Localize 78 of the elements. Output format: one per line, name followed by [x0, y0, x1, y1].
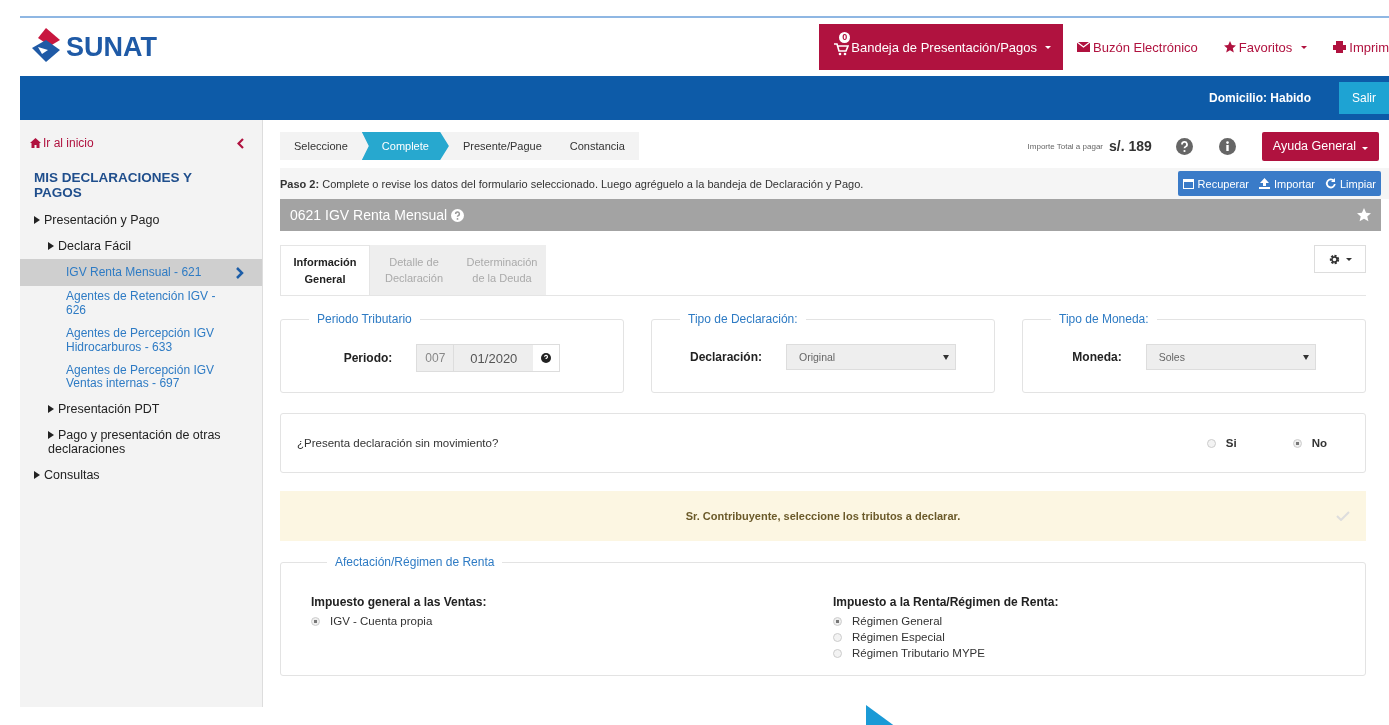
field-label: Declaración: [690, 350, 762, 364]
form-tab[interactable]: Información General [280, 245, 370, 295]
nav-link[interactable]: Buzón Electrónico [1077, 39, 1198, 55]
collapse-icon[interactable] [237, 137, 244, 149]
option-label: Si [1225, 437, 1237, 449]
star-icon[interactable] [1357, 208, 1371, 222]
sidebar-group[interactable]: Pago y presentación de otras declaraciones [20, 422, 262, 463]
option-label: Régimen General [852, 615, 943, 627]
caret-icon [943, 354, 949, 360]
wizard-step[interactable]: Seleccione [280, 132, 362, 160]
toolbar-button[interactable]: Limpiar [1319, 171, 1381, 196]
option-label: Régimen Tributario MYPE [852, 647, 985, 659]
sidebar-group[interactable]: Declara Fácil [20, 232, 262, 259]
info-icon[interactable] [1218, 137, 1236, 155]
help-dropdown-button[interactable]: Ayuda General [1261, 131, 1379, 161]
option-label: Régimen Especial [852, 631, 945, 643]
sidebar-title: MIS DECLARACIONES Y PAGOS [33, 169, 193, 202]
star-icon [1223, 41, 1236, 53]
settings-dropdown-button[interactable] [1314, 245, 1366, 273]
group-title: Impuesto general a las Ventas: [311, 595, 488, 609]
instruction-text: Paso 2: Complete o revise los datos del formulario seleccionado. Luego agréguelo a la bandeja de Declaración y Pago. [280, 177, 864, 190]
select-field[interactable]: Original [786, 344, 956, 370]
upload-icon [1258, 178, 1270, 189]
total-amount: s/. 189 [1109, 138, 1152, 154]
radio-button[interactable] [833, 632, 842, 642]
calendar-icon [1182, 178, 1194, 189]
settings-icon [1328, 253, 1340, 265]
help-icon[interactable] [541, 353, 552, 363]
refresh-icon [1324, 178, 1336, 189]
home-link[interactable]: Ir al inicio [30, 136, 94, 150]
tray-dropdown-button[interactable]: 0 Bandeja de Presentación/Pagos [819, 24, 1064, 70]
triangle-right-icon [48, 405, 54, 414]
radio-button[interactable] [833, 616, 842, 626]
radio-button[interactable] [833, 648, 842, 658]
sidebar-item[interactable]: Agentes de Retención IGV - 626 [20, 286, 262, 324]
panel-legend: Periodo Tributario [309, 312, 420, 326]
radio-button[interactable] [1206, 438, 1216, 448]
cart-icon [833, 42, 850, 56]
radio-button[interactable] [1292, 438, 1302, 448]
wizard-step[interactable]: Constancia [555, 132, 639, 160]
field-label: Periodo: [343, 351, 393, 365]
alert-text: Sr. Contribuyente, seleccione los tributos a declarar. [685, 510, 961, 522]
toolbar-button[interactable]: Importar [1253, 171, 1320, 196]
check-icon [1336, 511, 1350, 521]
total-label: Importe Total a pagar [1027, 141, 1103, 151]
question-text: ¿Presenta declaración sin movimiento? [297, 437, 499, 449]
field-label: Moneda: [1072, 350, 1122, 364]
caret-icon [1302, 354, 1309, 360]
group-title: Impuesto a la Renta/Régimen de Renta: [833, 595, 1060, 609]
sidebar-item[interactable]: Agentes de Percepción IGV Hidrocarburos - 633 [20, 323, 262, 360]
nav-link[interactable]: Favoritos [1223, 39, 1308, 55]
period-field[interactable]: 007 01/2020 [416, 344, 561, 372]
option-label: No [1311, 437, 1327, 449]
triangle-right-icon [34, 471, 40, 480]
form-title: 0621 IGV Renta Mensual [290, 207, 448, 223]
sidebar-group[interactable]: Consultas [20, 462, 262, 489]
triangle-right-icon [48, 241, 54, 250]
radio-button[interactable] [311, 616, 320, 626]
option-label: IGV - Cuenta propia [330, 615, 433, 627]
home-icon [30, 138, 41, 148]
triangle-right-icon [48, 431, 54, 440]
count-badge: 0 [839, 32, 851, 43]
wizard-step[interactable]: Presente/Pague [448, 132, 556, 160]
chevron-right-icon [236, 266, 244, 279]
nav-link[interactable]: Imprim [1333, 39, 1389, 55]
select-field[interactable]: Soles [1145, 344, 1316, 370]
sidebar-item[interactable]: Agentes de Percepción IGV Ventas internas - 697 [20, 359, 262, 397]
pointer-icon [866, 705, 896, 725]
logo-text: SUNAT [66, 31, 157, 63]
panel-legend: Tipo de Moneda: [1051, 312, 1157, 326]
toolbar-button[interactable]: Recuperar [1177, 171, 1254, 196]
panel-legend: Afectación/Régimen de Renta [327, 555, 503, 569]
address-status: Domicilio: Habido [1209, 91, 1311, 105]
envelope-icon [1077, 42, 1091, 52]
panel-legend: Tipo de Declaración: [680, 312, 806, 326]
sidebar-group[interactable]: Presentación y Pago [20, 206, 262, 233]
sidebar-group[interactable]: Presentación PDT [20, 396, 262, 423]
triangle-right-icon [34, 215, 40, 224]
